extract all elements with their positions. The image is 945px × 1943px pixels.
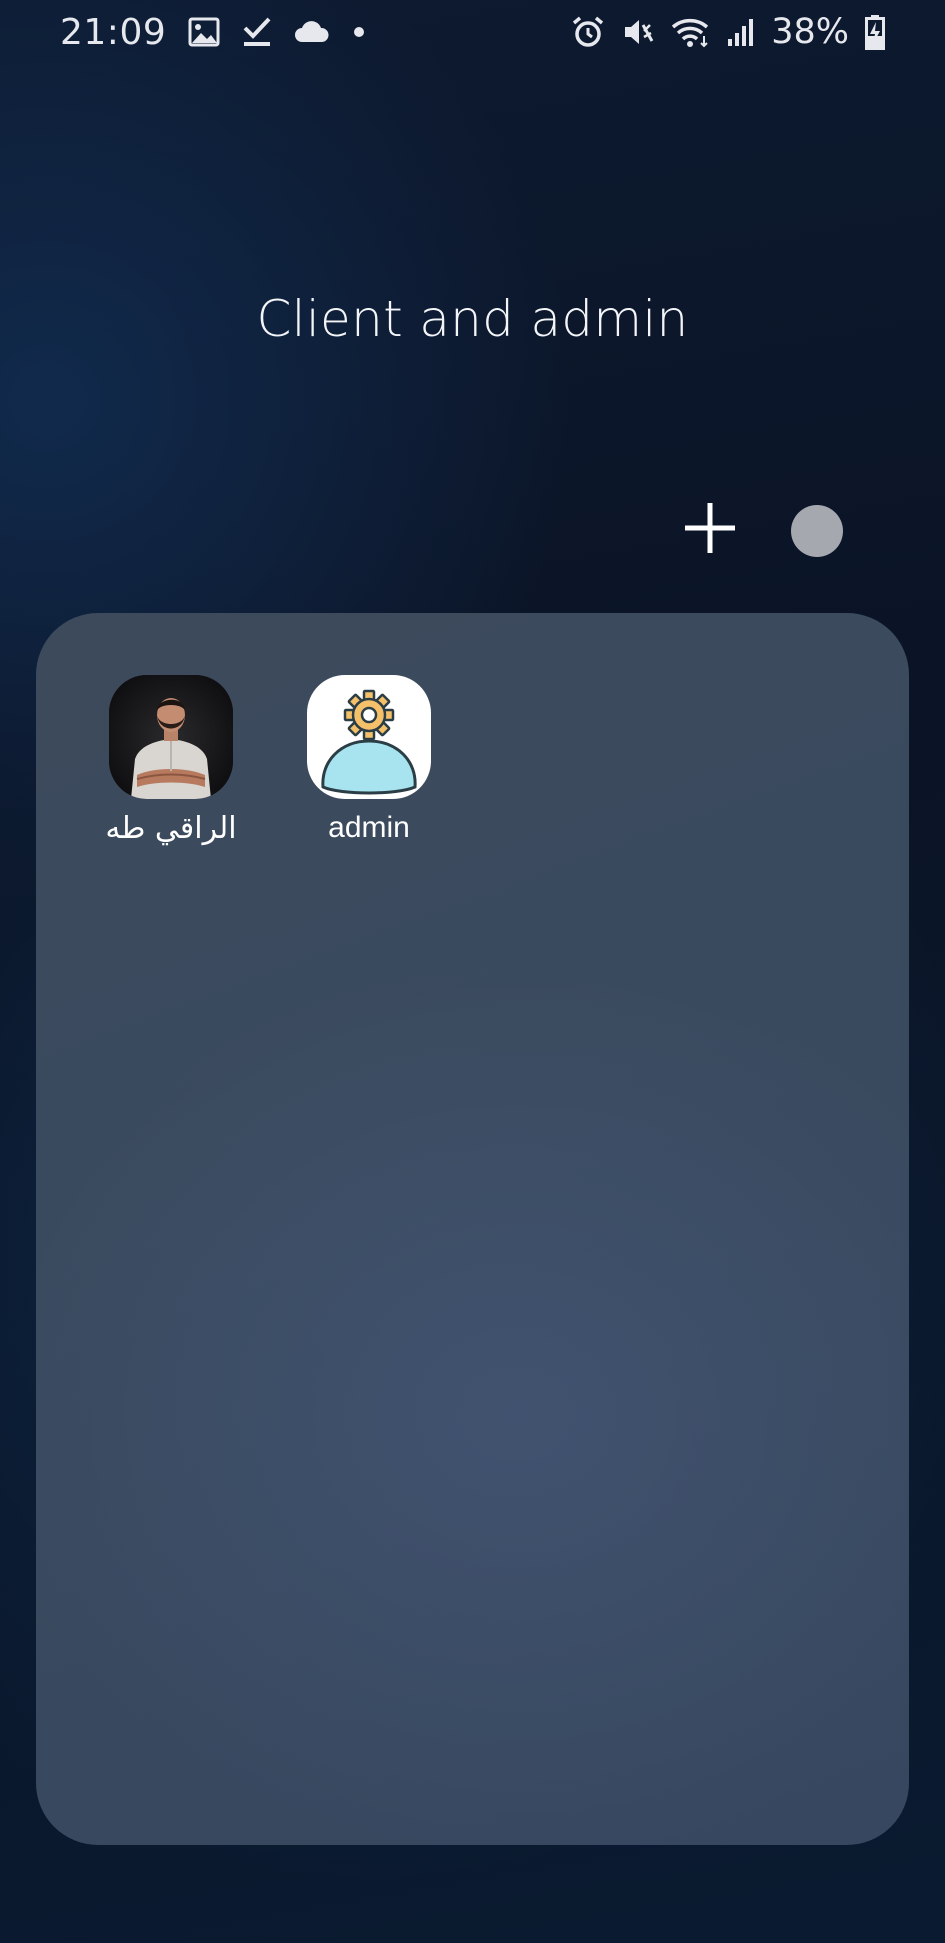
folder-color-button[interactable] xyxy=(791,505,843,557)
folder-panel: الراقي طه admin xyxy=(36,613,909,1845)
gallery-icon xyxy=(188,17,220,47)
cloud-icon xyxy=(294,20,330,44)
plus-icon xyxy=(683,501,737,560)
add-apps-button[interactable] xyxy=(680,500,740,560)
folder-title[interactable]: Client and admin xyxy=(0,290,945,348)
app-admin[interactable]: admin xyxy=(284,675,454,845)
signal-icon xyxy=(727,17,755,47)
notification-dot-icon xyxy=(352,25,366,39)
battery-percent: 38% xyxy=(771,12,849,52)
wifi-icon xyxy=(671,16,711,48)
admin-user-gear-icon xyxy=(307,675,431,799)
status-right: 38% xyxy=(571,10,885,54)
app-label: admin xyxy=(328,811,410,844)
alarm-icon xyxy=(571,15,605,49)
profile-photo-icon xyxy=(109,675,233,799)
vibrate-mute-icon xyxy=(621,15,655,49)
status-left: 21:09 xyxy=(60,10,366,54)
download-check-icon xyxy=(242,16,272,48)
status-bar: 21:09 38% xyxy=(0,0,945,66)
app-label: الراقي طه xyxy=(105,811,237,846)
app-alraqi-taha[interactable]: الراقي طه xyxy=(86,675,256,846)
status-time: 21:09 xyxy=(60,11,167,53)
battery-charging-icon xyxy=(865,14,885,50)
